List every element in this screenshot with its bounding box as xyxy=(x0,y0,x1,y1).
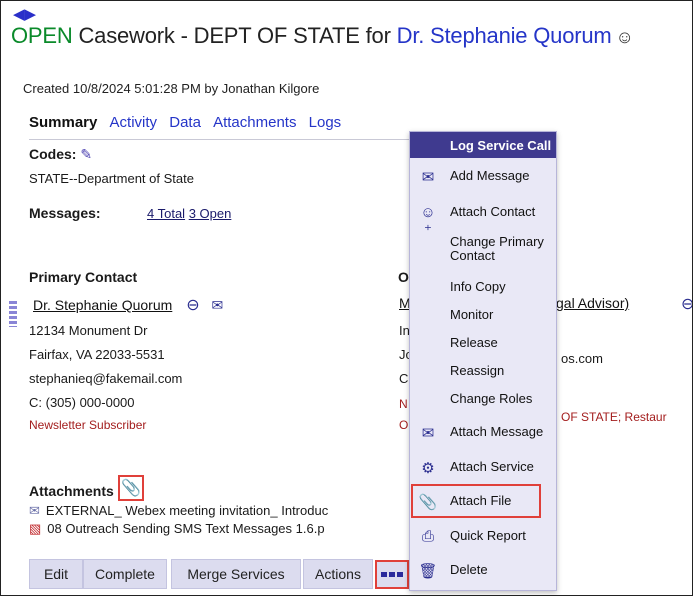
other-tag-b: O xyxy=(399,418,409,432)
paperclip-icon[interactable]: 📎 xyxy=(118,475,144,501)
tab-divider xyxy=(29,139,409,140)
messages-label: Messages: xyxy=(29,205,101,221)
printer-icon: ⎙ xyxy=(421,528,434,545)
menu-item-attach-message[interactable]: ✉ Attach Message xyxy=(410,424,556,446)
contact-email: stephanieq@fakemail.com xyxy=(29,371,183,386)
tab-logs[interactable]: Logs xyxy=(309,114,342,131)
casework-panel: ◀▶ OPEN Casework - DEPT OF STATE for Dr.… xyxy=(0,0,693,596)
menu-item-add-message[interactable]: ✉ Add Message xyxy=(410,168,556,190)
tab-data[interactable]: Data xyxy=(169,114,201,131)
primary-contact-row: Dr. Stephanie Quorum ⊖ ✉ xyxy=(33,295,223,315)
attach-file-highlight xyxy=(411,484,541,518)
messages-open-link[interactable]: 3 Open xyxy=(189,206,232,221)
address-line-2: Fairfax, VA 22033-5531 xyxy=(29,347,165,362)
menu-item-delete[interactable]: 🗑 Delete xyxy=(410,562,556,584)
created-info: Created 10/8/2024 5:01:28 PM by Jonathan… xyxy=(23,81,320,96)
other-contact-role[interactable]: gal Advisor) xyxy=(556,295,629,311)
trash-icon: 🗑 xyxy=(418,563,438,580)
actions-button[interactable]: Actions xyxy=(303,559,373,589)
menu-item-quick-report[interactable]: ⎙ Quick Report xyxy=(410,528,556,550)
menu-item-log-service-call[interactable]: Log Service Call xyxy=(410,132,556,158)
contact-tag: Newsletter Subscriber xyxy=(29,418,147,432)
actions-dropdown-menu: Log Service Call ✉ Add Message ☺⁺ Attach C… xyxy=(409,131,557,591)
tab-summary[interactable]: Summary xyxy=(29,114,97,131)
tab-activity[interactable]: Activity xyxy=(110,114,158,131)
complete-button[interactable]: Complete xyxy=(83,559,167,589)
expand-arrows-icon[interactable]: ◀▶ xyxy=(13,5,36,23)
menu-item-attach-service[interactable]: ⚙ Attach Service xyxy=(410,459,556,481)
menu-item-attach-contact[interactable]: ☺⁺ Attach Contact xyxy=(410,204,556,239)
messages-counts: 4 Total 3 Open xyxy=(147,206,231,221)
sidebar-grip-handle[interactable] xyxy=(9,301,17,327)
contact-card-icon[interactable]: ✉ xyxy=(211,297,223,313)
codes-label: Codes: ✎ xyxy=(29,146,93,162)
attachment-item-2[interactable]: ▧ 08 Outreach Sending SMS Text Messages 1… xyxy=(29,521,325,537)
other-remove-circle-icon[interactable]: ⊖ xyxy=(681,294,692,314)
primary-contact-heading: Primary Contact xyxy=(29,269,138,285)
edit-button[interactable]: Edit xyxy=(29,559,83,589)
edit-pencil-icon[interactable]: ✎ xyxy=(80,146,92,162)
contact-phone: C: (305) 000-0000 xyxy=(29,395,135,410)
status-label: OPEN xyxy=(11,23,73,48)
attach-service-icon: ⚙ xyxy=(421,460,435,477)
menu-item-release[interactable]: Release xyxy=(410,335,556,355)
client-name-link[interactable]: Dr. Stephanie Quorum xyxy=(397,23,612,48)
merge-services-button[interactable]: Merge Services xyxy=(171,559,301,589)
attach-message-icon: ✉ xyxy=(421,425,435,442)
primary-contact-name-link[interactable]: Dr. Stephanie Quorum xyxy=(33,297,172,313)
other-email: os.com xyxy=(561,351,603,366)
more-options-button[interactable] xyxy=(375,560,409,589)
person-icon[interactable]: ☺ xyxy=(616,27,634,47)
menu-item-reassign[interactable]: Reassign xyxy=(410,363,556,383)
codes-value: STATE--Department of State xyxy=(29,171,194,186)
title-text: Casework - DEPT OF STATE for xyxy=(72,23,397,48)
menu-item-change-primary-contact[interactable]: Change Primary Contact xyxy=(410,235,556,267)
messages-total-link[interactable]: 4 Total xyxy=(147,206,185,221)
add-person-icon: ☺⁺ xyxy=(420,204,436,239)
envelope-icon: ✉ xyxy=(29,503,40,518)
more-dots-icon xyxy=(381,572,387,577)
menu-item-monitor[interactable]: Monitor xyxy=(410,307,556,327)
other-tag-a: N xyxy=(399,397,408,411)
tab-bar: Summary Activity Data Attachments Logs xyxy=(29,114,349,131)
menu-item-info-copy[interactable]: Info Copy xyxy=(410,279,556,299)
remove-circle-icon[interactable]: ⊖ xyxy=(186,297,199,314)
other-tag-right: OF STATE; Restaur xyxy=(561,410,667,424)
page-title: OPEN Casework - DEPT OF STATE for Dr. St… xyxy=(11,23,634,49)
address-line-1: 12134 Monument Dr xyxy=(29,323,148,338)
tab-attachments[interactable]: Attachments xyxy=(213,114,296,131)
envelope-icon: ✉ xyxy=(421,169,435,186)
other-contact-heading: O xyxy=(398,269,409,285)
pdf-icon: ▧ xyxy=(29,521,42,536)
attachments-heading: Attachments xyxy=(29,483,114,499)
attachment-item-1[interactable]: ✉ EXTERNAL_ Webex meeting invitation_ Int… xyxy=(29,503,328,519)
menu-item-change-roles[interactable]: Change Roles xyxy=(410,391,556,411)
